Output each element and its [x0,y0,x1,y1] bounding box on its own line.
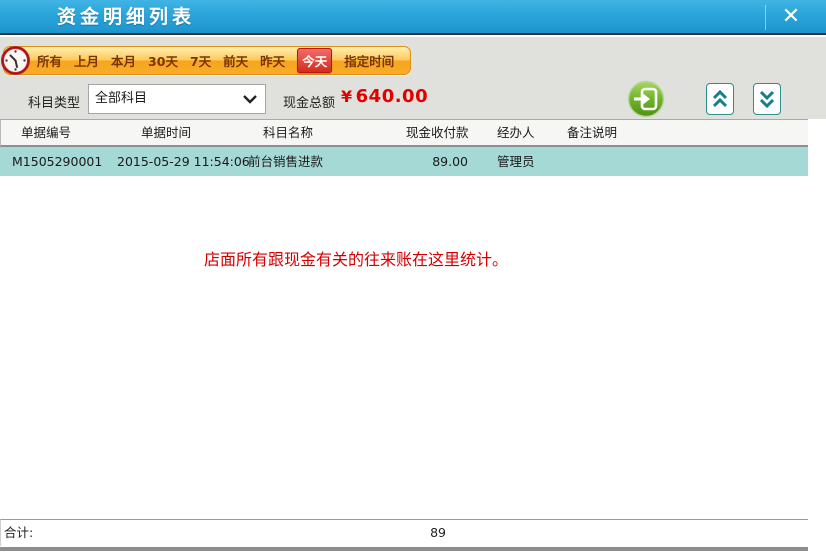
double-chevron-up-icon [710,88,730,110]
cell-amount: 89.00 [380,147,468,176]
column-subject[interactable]: 科目名称 [263,120,313,146]
cell-handler: 管理员 [497,147,535,176]
column-handler[interactable]: 经办人 [497,120,535,146]
close-icon[interactable]: ✕ [771,0,811,35]
filter-this-month-button[interactable]: 本月 [111,51,136,70]
table-row[interactable]: M1505290001 2015-05-29 11:54:06 前台销售进款 8… [0,147,808,176]
subject-type-select[interactable]: 全部科目 [88,84,266,114]
cell-subject: 前台销售进款 [248,147,323,176]
filter-day-before-yesterday-button[interactable]: 前天 [223,51,248,70]
total-value: 89 [381,520,446,546]
annotation-text: 店面所有跟现金有关的往来账在这里统计。 [204,246,508,270]
cell-doc-time: 2015-05-29 11:54:06 [117,147,250,176]
clock-icon [1,46,30,75]
cash-detail-window: 资金明细列表 ✕ 所有 上月 本月 30天 7天 前天 昨天 今天 指定时间 科… [0,0,826,553]
cell-doc-no: M1505290001 [12,147,102,176]
table-header: 单据编号 单据时间 科目名称 现金收付款 经办人 备注说明 [0,119,808,147]
filter-all-button[interactable]: 所有 [37,51,62,70]
column-doc-no[interactable]: 单据编号 [21,120,71,146]
date-filter-toolbar: 所有 上月 本月 30天 7天 前天 昨天 今天 指定时间 [3,46,411,75]
cash-total-amount: ¥640.00 [341,86,428,107]
collapse-button[interactable] [706,83,734,115]
chevron-down-icon [243,94,257,104]
cash-total-value: 640.00 [356,86,428,107]
column-doc-time[interactable]: 单据时间 [141,120,191,146]
titlebar-separator [765,5,766,30]
filter-30days-button[interactable]: 30天 [148,51,178,70]
window-bottom-edge [0,547,808,551]
expand-button[interactable] [753,83,781,115]
window-title: 资金明细列表 [57,0,195,34]
column-amount[interactable]: 现金收付款 [406,120,469,146]
column-remark[interactable]: 备注说明 [567,120,617,146]
total-label: 合计: [4,520,33,546]
filter-last-month-button[interactable]: 上月 [74,51,99,70]
double-chevron-down-icon [757,88,777,110]
title-bar: 资金明细列表 ✕ [0,0,826,35]
filter-yesterday-button[interactable]: 昨天 [260,51,285,70]
currency-symbol: ¥ [341,87,353,106]
filter-7days-button[interactable]: 7天 [190,51,211,70]
subject-type-value: 全部科目 [95,91,147,106]
filter-date-range-button[interactable]: 指定时间 [344,51,394,70]
total-bar: 合计: 89 [0,519,808,546]
subject-type-label: 科目类型 [28,92,80,111]
filter-today-button[interactable]: 今天 [297,48,332,73]
cash-total-label: 现金总额 [283,92,335,111]
export-document-icon[interactable] [627,80,665,118]
